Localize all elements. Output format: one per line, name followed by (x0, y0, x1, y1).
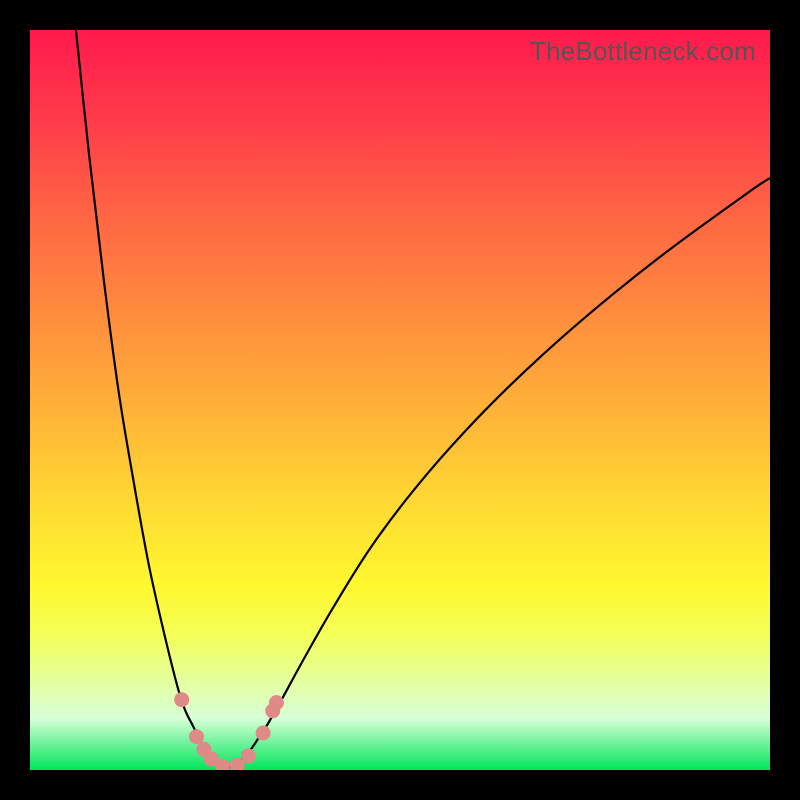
data-point-marker (189, 729, 204, 744)
chart-svg (30, 30, 770, 770)
chart-frame: TheBottleneck.com (0, 0, 800, 800)
data-point-marker (269, 695, 284, 710)
plot-area: TheBottleneck.com (30, 30, 770, 770)
curve-left-branch (74, 30, 229, 768)
data-point-marker (174, 692, 189, 707)
curve-right-branch (230, 178, 770, 768)
data-point-marker (241, 748, 256, 763)
data-point-marker (256, 726, 271, 741)
marker-group (174, 692, 284, 770)
